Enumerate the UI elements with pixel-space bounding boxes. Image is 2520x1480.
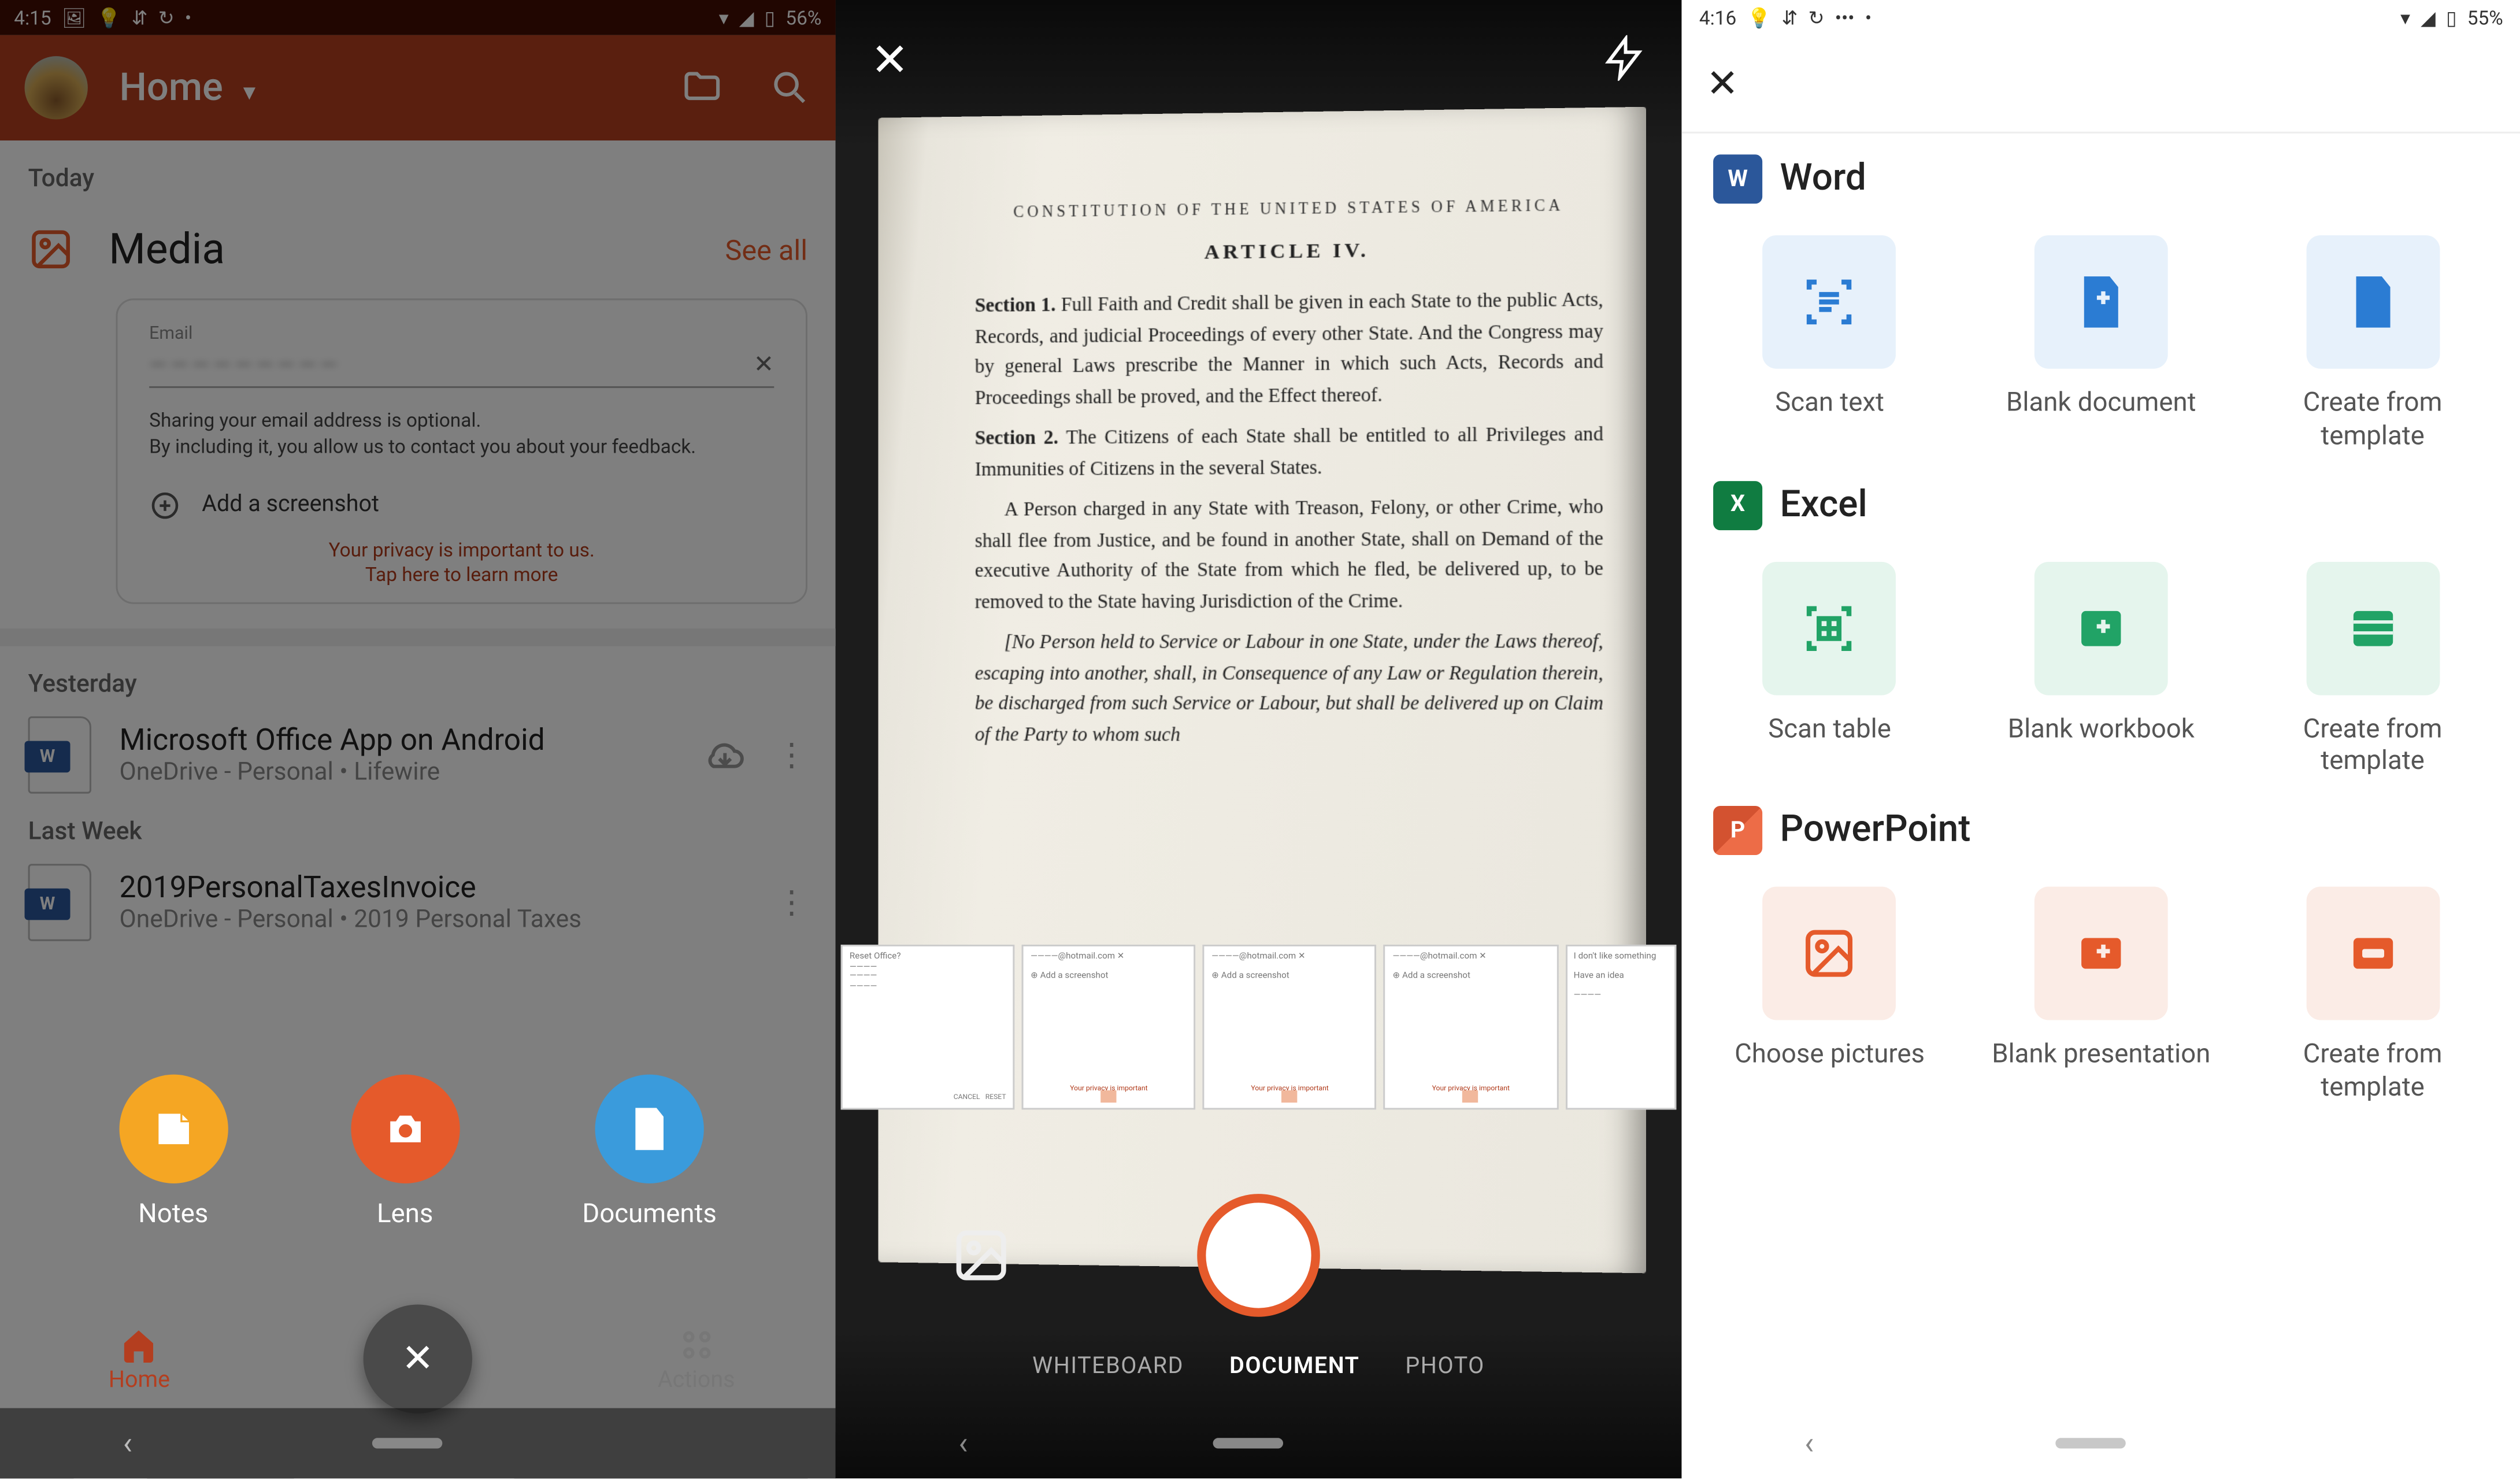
blank-presentation-icon [2034, 887, 2168, 1020]
tile-ppt-template[interactable]: Create from template [2256, 887, 2489, 1104]
sync-icon: ⇵ [1781, 6, 1798, 29]
system-nav: ‹ [1681, 1408, 2520, 1478]
document-icon [595, 1075, 704, 1183]
thumb[interactable]: ————@hotmail.com ✕⊕ Add a screenshotYour… [1384, 945, 1558, 1109]
thumb[interactable]: ————@hotmail.com ✕⊕ Add a screenshotYour… [1203, 945, 1377, 1109]
home-pill[interactable] [1213, 1438, 1283, 1448]
notes-icon [119, 1075, 228, 1183]
tile-scan-text[interactable]: Scan text [1713, 235, 1946, 452]
excel-app-icon: X [1713, 480, 1762, 530]
create-fabs: Notes Lens Documents [0, 1075, 836, 1229]
create-new-panel: 4:16 💡 ⇵ ↻ ••• • ▾ ◢ ▯ 55% ✕ WWord Scan … [1681, 0, 2520, 1478]
choose-pictures-icon [1763, 887, 1896, 1020]
thumb[interactable]: I don't like somethingHave an idea———— [1565, 945, 1676, 1109]
office-home-panel: 4:15 🖼 💡 ⇵ ↻ • ▾ ◢ ▯ 56% Home ▾ Today Me… [0, 0, 836, 1478]
documents-fab[interactable]: Documents [582, 1075, 717, 1229]
mode-photo[interactable]: PHOTO [1405, 1354, 1485, 1381]
camera-icon [351, 1075, 459, 1183]
wifi-icon: ▾ [2400, 6, 2410, 29]
tile-blank-document[interactable]: Blank document [1985, 235, 2218, 452]
tile-word-template[interactable]: Create from template [2256, 235, 2489, 452]
home-icon [120, 1324, 159, 1363]
powerpoint-app-icon: P [1713, 806, 1762, 855]
blank-doc-icon [2034, 235, 2168, 369]
bulb-icon: 💡 [1747, 6, 1771, 29]
scan-table-icon [1763, 561, 1896, 694]
nav-home[interactable]: Home [0, 1324, 279, 1393]
excel-section: XExcel Scan table Blank workbook Create … [1681, 459, 2520, 785]
dots-icon: ••• [1835, 6, 1855, 29]
mode-document[interactable]: DOCUMENT [1229, 1354, 1359, 1381]
scan-text-icon [1763, 235, 1896, 369]
scrim[interactable] [0, 0, 836, 1478]
close-icon[interactable]: ✕ [870, 35, 909, 88]
dot-icon: • [1865, 6, 1872, 29]
scanner-panel: CONSTITUTION OF THE UNITED STATES OF AME… [836, 0, 1682, 1478]
bottom-nav: Home ✕ Actions [0, 1310, 836, 1408]
status-bar: 4:16 💡 ⇵ ↻ ••• • ▾ ◢ ▯ 55% [1681, 0, 2520, 35]
tile-scan-table[interactable]: Scan table [1713, 561, 1946, 778]
back-icon[interactable]: ‹ [958, 1425, 968, 1462]
home-pill[interactable] [2055, 1438, 2125, 1448]
tile-choose-pictures[interactable]: Choose pictures [1713, 887, 1946, 1104]
home-pill[interactable] [372, 1438, 442, 1448]
nav-actions[interactable]: Actions [557, 1324, 836, 1393]
blank-workbook-icon [2034, 561, 2168, 694]
mode-whiteboard[interactable]: WHITEBOARD [1032, 1354, 1184, 1381]
lens-fab[interactable]: Lens [351, 1075, 459, 1229]
shutter-button[interactable] [1197, 1194, 1320, 1317]
scan-modes: WHITEBOARD DOCUMENT PHOTO [836, 1354, 1682, 1381]
word-app-icon: W [1713, 154, 1762, 204]
system-nav: ‹ [836, 1408, 1682, 1478]
tile-excel-template[interactable]: Create from template [2256, 561, 2489, 778]
battery-pct: 55% [2467, 6, 2503, 29]
battery-icon: ▯ [2446, 6, 2456, 29]
word-section: WWord Scan text Blank document Create fr… [1681, 134, 2520, 459]
refresh-icon: ↻ [1809, 6, 1825, 29]
powerpoint-section: PPowerPoint Choose pictures Blank presen… [1681, 785, 2520, 1111]
notes-fab[interactable]: Notes [119, 1075, 228, 1229]
flash-icon[interactable] [1601, 35, 1647, 88]
close-icon[interactable]: ✕ [1681, 35, 2520, 132]
back-icon[interactable]: ‹ [1804, 1425, 1814, 1462]
tile-blank-presentation[interactable]: Blank presentation [1985, 887, 2218, 1104]
thumb[interactable]: ————@hotmail.com ✕⊕ Add a screenshotYour… [1022, 945, 1196, 1109]
back-icon[interactable]: ‹ [123, 1425, 132, 1462]
close-fab[interactable]: ✕ [364, 1304, 472, 1413]
gallery-icon[interactable] [951, 1226, 1011, 1285]
thumbnail-strip[interactable]: Reset Office?————————————CANCEL RESET ——… [841, 945, 1677, 1109]
template-icon [2306, 561, 2440, 694]
status-time: 4:16 [1699, 6, 1736, 29]
system-nav: ‹ [0, 1408, 836, 1478]
signal-icon: ◢ [2421, 6, 2436, 29]
template-icon [2306, 887, 2440, 1020]
actions-icon [677, 1324, 716, 1363]
thumb[interactable]: Reset Office?————————————CANCEL RESET [841, 945, 1015, 1109]
template-icon [2306, 235, 2440, 369]
tile-blank-workbook[interactable]: Blank workbook [1985, 561, 2218, 778]
